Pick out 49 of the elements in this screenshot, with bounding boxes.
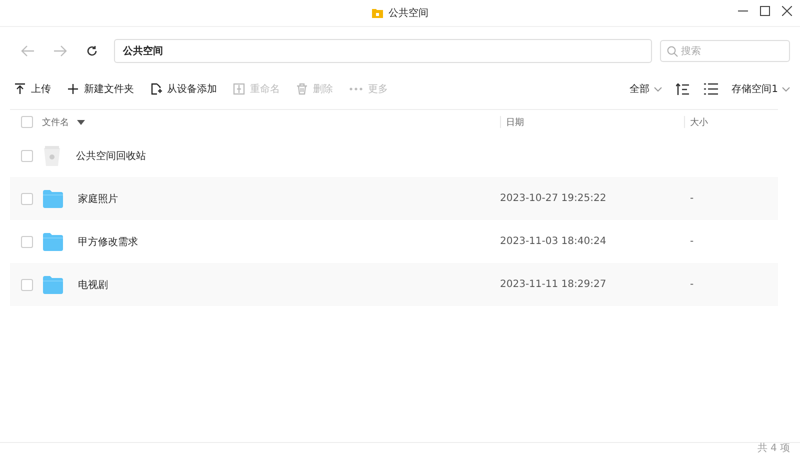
file-name[interactable]: 甲方修改需求 <box>78 234 138 248</box>
refresh-icon[interactable] <box>86 45 98 57</box>
close-icon[interactable] <box>782 6 792 16</box>
folder-icon <box>42 274 64 294</box>
checkbox[interactable] <box>21 278 33 290</box>
folder-icon <box>372 8 382 18</box>
checkbox[interactable] <box>21 192 33 204</box>
size-cell: - <box>690 193 694 204</box>
caret-icon <box>782 86 790 92</box>
column-header[interactable]: 大小 <box>690 116 708 128</box>
size-cell: - <box>690 236 694 247</box>
list-view-icon[interactable] <box>704 83 718 95</box>
caret-icon <box>654 86 662 92</box>
upload-button[interactable]: 上传 <box>14 82 51 96</box>
rename-icon <box>233 83 245 95</box>
sort-down-icon <box>77 120 85 124</box>
more-icon <box>349 87 363 91</box>
folder-icon <box>42 188 64 208</box>
date-cell: 2023-11-11 18:29:27 <box>500 279 606 290</box>
checkbox[interactable] <box>21 236 33 248</box>
checkbox[interactable] <box>21 150 33 162</box>
sort-icon[interactable] <box>676 82 690 96</box>
back-arrow-icon[interactable] <box>21 45 35 57</box>
column-header[interactable]: 文件名 <box>42 116 69 128</box>
add-device-button[interactable]: 从设备添加 <box>150 82 217 96</box>
storage-dropdown[interactable]: 存储空间1 <box>732 82 790 96</box>
date-cell: 2023-10-27 19:25:22 <box>500 193 606 204</box>
upload-icon <box>14 83 26 95</box>
column-header[interactable]: 日期 <box>506 116 524 128</box>
new-folder-button[interactable]: 新建文件夹 <box>67 82 134 96</box>
file-name[interactable]: 家庭照片 <box>78 192 118 206</box>
trash-icon <box>296 83 308 95</box>
path-field[interactable]: 公共空间 <box>114 39 652 63</box>
plus-icon <box>67 83 79 95</box>
folder-icon <box>42 232 64 252</box>
forward-arrow-icon[interactable] <box>53 45 67 57</box>
checkbox[interactable] <box>21 116 33 128</box>
date-cell: 2023-11-03 18:40:24 <box>500 236 606 247</box>
add-file-icon <box>150 83 162 95</box>
search-box[interactable]: 搜索 <box>660 40 790 62</box>
filter-dropdown[interactable]: 全部 <box>630 82 662 96</box>
maximize-icon[interactable] <box>760 6 770 16</box>
file-name[interactable]: 电视剧 <box>78 278 108 292</box>
item-count: 共 4 项 <box>757 443 790 454</box>
recycle-bin-icon <box>42 144 62 168</box>
search-icon <box>667 46 678 56</box>
file-name[interactable]: 公共空间回收站 <box>76 148 146 162</box>
window-title: 公共空间 <box>388 6 428 20</box>
size-cell: - <box>690 279 694 290</box>
